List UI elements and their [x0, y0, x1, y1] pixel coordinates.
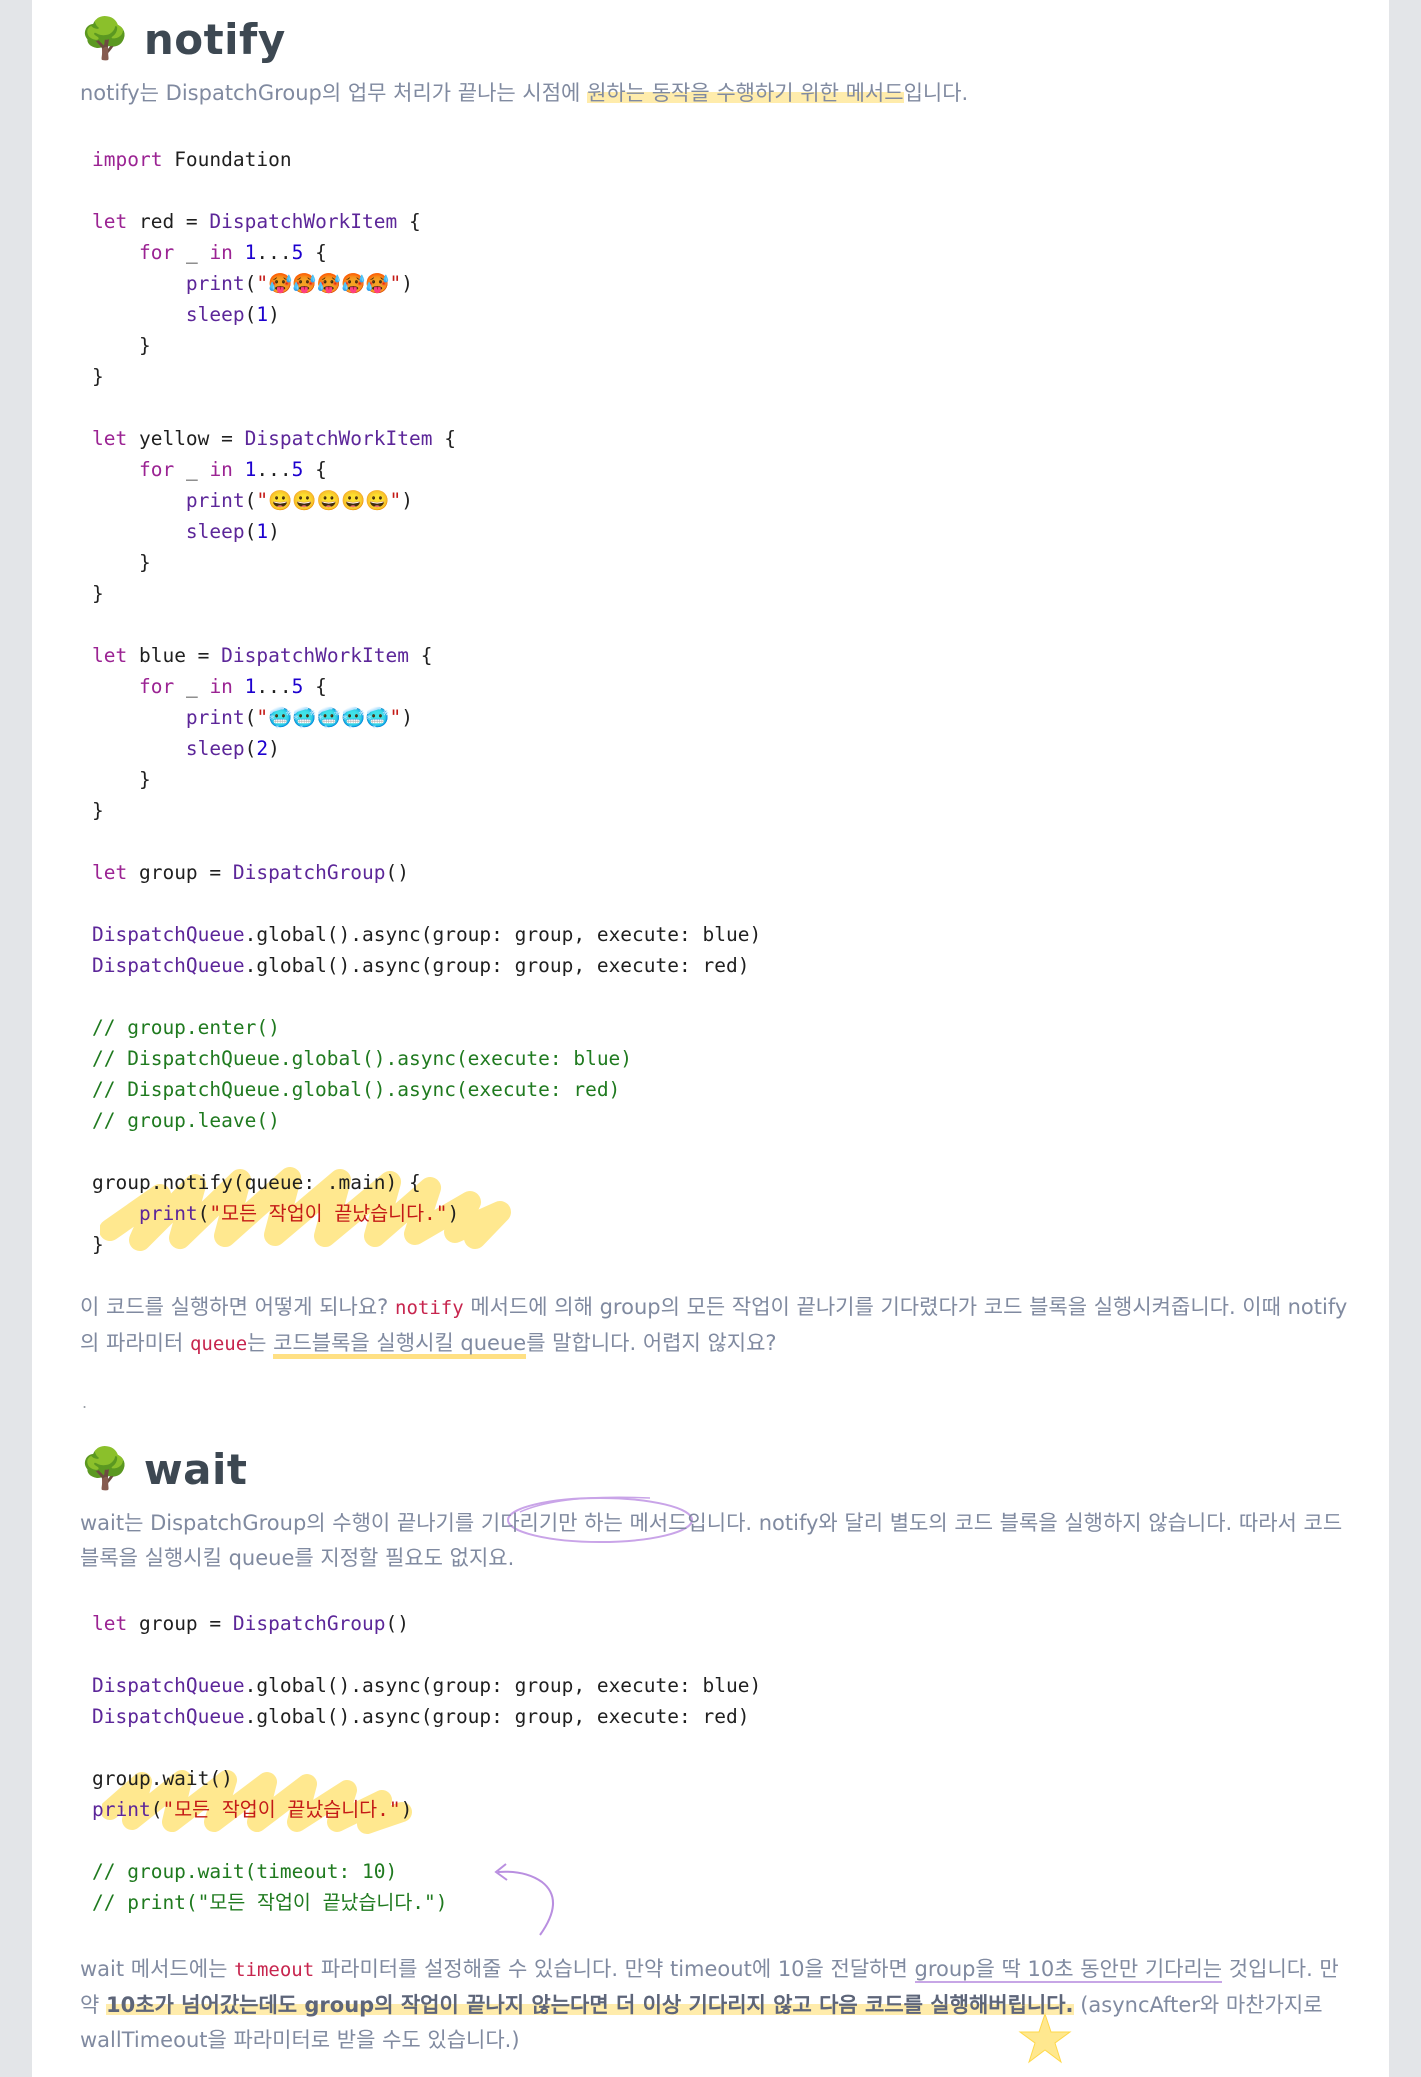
code-line: // group.wait(timeout: 10)	[92, 1860, 398, 1883]
code-line: import Foundation	[92, 148, 292, 171]
code-line: print("🥵🥵🥵🥵🥵")	[185, 272, 414, 295]
code-line: sleep(2)	[185, 737, 280, 760]
code-line: print("😀😀😀😀😀")	[185, 489, 414, 512]
code-line: }	[92, 799, 104, 822]
underline-wait-phrase: group을 딱 10초 동안만 기다리는	[914, 1957, 1223, 1983]
code-line: let red = DispatchWorkItem {	[92, 210, 421, 233]
code-line: }	[92, 1233, 104, 1256]
code-block-notify: import Foundation let red = DispatchWork…	[92, 144, 761, 1260]
code-line: for _ in 1...5 {	[138, 675, 327, 698]
tree-icon: 🌳	[80, 16, 130, 62]
code-line: }	[92, 768, 151, 791]
code-line: let yellow = DispatchWorkItem {	[92, 427, 456, 450]
code-line: // group.enter()	[92, 1016, 280, 1039]
code-line: print("모든 작업이 끝났습니다.")	[138, 1202, 460, 1225]
code-line: }	[92, 365, 104, 388]
code-line: }	[92, 334, 151, 357]
page: 🌳 notify notify는 DispatchGroup의 업무 처리가 끝…	[32, 0, 1389, 2077]
code-line: group.notify(queue: .main) {	[92, 1171, 421, 1194]
code-block-wait: let group = DispatchGroup() DispatchQueu…	[92, 1608, 761, 1918]
heading-wait: 🌳 wait	[80, 1444, 247, 1494]
wait-outro: wait 메서드에는 timeout 파라미터를 설정해줄 수 있습니다. 만약…	[80, 1957, 1339, 2052]
code-line: DispatchQueue.global().async(group: grou…	[92, 1705, 750, 1728]
underline-queue-phrase: 코드블록을 실행시킬 queue	[273, 1331, 527, 1359]
code-line: let group = DispatchGroup()	[92, 861, 410, 884]
code-line: sleep(1)	[185, 303, 280, 326]
code-line: print("🥶🥶🥶🥶🥶")	[185, 706, 414, 729]
notify-intro: notify는 DispatchGroup의 업무 처리가 끝나는 시점에 원하…	[80, 81, 969, 105]
code-line: group.wait()	[92, 1767, 233, 1790]
separator-dot: .	[82, 1393, 88, 1412]
inline-code-timeout: timeout	[234, 1959, 315, 1981]
circled-word: 기다리기만	[480, 1511, 578, 1535]
code-line: // DispatchQueue.global().async(execute:…	[92, 1078, 621, 1101]
code-line: // DispatchQueue.global().async(execute:…	[92, 1047, 633, 1070]
code-line: }	[92, 551, 151, 574]
code-line: DispatchQueue.global().async(group: grou…	[92, 1674, 762, 1697]
wait-intro: wait는 DispatchGroup의 수행이 끝나기를 기다리기만 하는 메…	[80, 1511, 1343, 1570]
code-line: for _ in 1...5 {	[138, 458, 327, 481]
code-line: DispatchQueue.global().async(group: grou…	[92, 954, 750, 977]
code-line: // group.leave()	[92, 1109, 280, 1132]
code-line: let blue = DispatchWorkItem {	[92, 644, 433, 667]
bold-highlight-phrase: 10초가 넘어갔는데도 group의 작업이 끝나지 않는다면 더 이상 기다리…	[106, 1993, 1074, 2017]
inline-code-queue: queue	[189, 1333, 248, 1355]
arrow-annotation-icon	[494, 1863, 554, 1936]
code-line: print("모든 작업이 끝났습니다.")	[92, 1798, 413, 1821]
code-line: DispatchQueue.global().async(group: grou…	[92, 923, 762, 946]
code-line: // print("모든 작업이 끝났습니다.")	[92, 1891, 448, 1914]
code-line: for _ in 1...5 {	[138, 241, 327, 264]
tree-icon: 🌳	[80, 1446, 130, 1492]
code-line: }	[92, 582, 104, 605]
code-line: let group = DispatchGroup()	[92, 1612, 410, 1635]
heading-notify-text: notify	[143, 14, 286, 64]
heading-notify: 🌳 notify	[80, 14, 286, 64]
inline-code-notify: notify	[395, 1297, 464, 1319]
heading-wait-text: wait	[143, 1444, 248, 1494]
code-line: sleep(1)	[185, 520, 280, 543]
notify-outro: 이 코드를 실행하면 어떻게 되나요? notify 메서드에 의해 group…	[80, 1290, 1350, 1362]
notify-intro-highlight: 원하는 동작을 수행하기 위한 메서드	[587, 81, 904, 105]
